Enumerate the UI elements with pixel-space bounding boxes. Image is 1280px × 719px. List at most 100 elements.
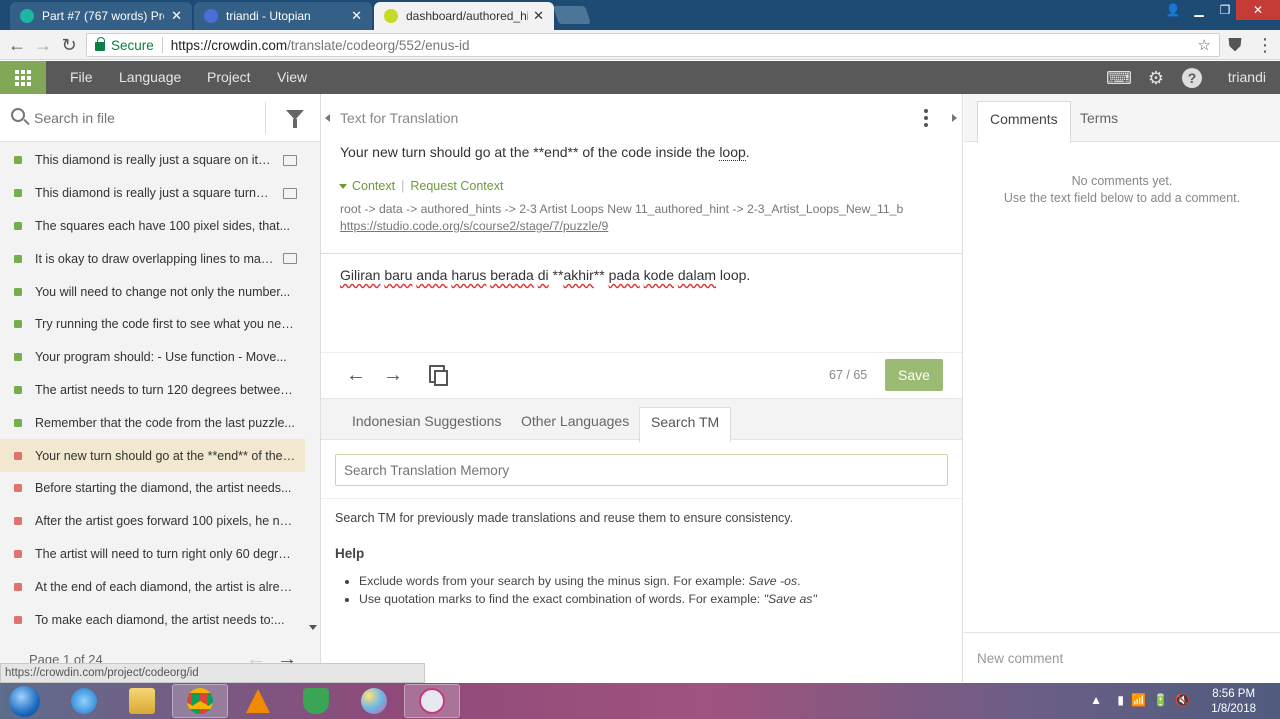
request-context-link[interactable]: Request Context — [410, 179, 503, 193]
string-list-item[interactable]: Before starting the diamond, the artist … — [0, 472, 305, 505]
string-list-item[interactable]: To make each diamond, the artist needs t… — [0, 603, 305, 636]
taskbar-internet-explorer[interactable] — [56, 684, 112, 718]
misspelled-word: pada — [608, 267, 640, 283]
string-list-item[interactable]: This diamond is really just a square on … — [0, 144, 305, 177]
help-item: Use quotation marks to find the exact co… — [359, 592, 817, 606]
misspelled-word: anda — [416, 267, 448, 283]
menu-file[interactable]: File — [70, 69, 93, 85]
close-icon[interactable]: ✕ — [171, 8, 182, 24]
user-name[interactable]: triandi — [1228, 69, 1266, 85]
previous-string-icon[interactable]: ← — [346, 364, 366, 387]
untranslated-status-icon — [14, 549, 22, 558]
save-button[interactable]: Save — [885, 359, 943, 391]
tab-other-languages[interactable]: Other Languages — [521, 413, 629, 429]
copy-source-icon[interactable] — [429, 365, 448, 386]
string-list-item[interactable]: Your program should: - Use function - Mo… — [0, 341, 305, 374]
string-list-item[interactable]: The squares each have 100 pixel sides, t… — [0, 210, 305, 243]
taskbar-vlc[interactable] — [230, 684, 286, 718]
untranslated-status-icon — [14, 615, 22, 624]
restore-icon[interactable]: ❐ — [1212, 0, 1238, 20]
tab-search-tm[interactable]: Search TM — [639, 407, 732, 442]
more-options-icon[interactable] — [924, 109, 928, 127]
minimize-icon[interactable]: ▁ — [1186, 0, 1212, 20]
taskbar-file-explorer[interactable] — [114, 684, 170, 718]
browser-tab-utopian[interactable]: triandi - Utopian ✕ — [194, 2, 372, 30]
new-comment-field[interactable]: New comment — [964, 632, 1280, 682]
battery-icon[interactable]: 🔋 — [1153, 693, 1168, 707]
string-list-item[interactable]: This diamond is really just a square tur… — [0, 177, 305, 210]
reload-icon[interactable]: ↻ — [58, 34, 80, 56]
string-list: This diamond is really just a square on … — [0, 144, 305, 636]
string-list-item[interactable]: The artist will need to turn right only … — [0, 538, 305, 571]
shield-extension-icon[interactable]: ⛊ — [1224, 34, 1246, 56]
source-term[interactable]: loop — [719, 144, 746, 161]
show-hidden-icons-icon[interactable]: ▲ — [1090, 693, 1102, 707]
string-list-item[interactable]: Your new turn should go at the **end** o… — [0, 439, 305, 472]
string-list-item[interactable]: The artist needs to turn 120 degrees bet… — [0, 374, 305, 407]
translation-input[interactable]: Giliran baru anda harus berada di **akhi… — [340, 267, 750, 283]
close-icon[interactable]: ✕ — [533, 8, 544, 24]
string-text: To make each diamond, the artist needs t… — [35, 612, 285, 627]
url-field[interactable]: Secure https://crowdin.com/translate/cod… — [86, 33, 1220, 57]
string-list-item[interactable]: After the artist goes forward 100 pixels… — [0, 505, 305, 538]
help-icon[interactable]: ? — [1182, 68, 1202, 88]
search-tm-input[interactable] — [335, 454, 948, 486]
context-separator: | — [401, 179, 405, 193]
search-in-file-input[interactable] — [34, 107, 254, 129]
translated-status-icon — [14, 320, 22, 329]
volume-icon[interactable]: 🔇 — [1175, 693, 1190, 707]
start-button[interactable] — [3, 685, 47, 718]
filter-icon[interactable] — [286, 110, 304, 128]
palette-icon — [361, 688, 387, 714]
editor-panel: Text for Translation Your new turn shoul… — [321, 94, 963, 682]
context-url-link[interactable]: https://studio.code.org/s/course2/stage/… — [340, 219, 608, 233]
keyboard-icon[interactable]: ⌨ — [1106, 67, 1132, 89]
scroll-down-icon[interactable] — [309, 625, 317, 630]
source-string: Your new turn should go at the **end** o… — [340, 144, 750, 161]
new-tab-button[interactable] — [553, 6, 591, 24]
string-text: Your new turn should go at the **end** o… — [35, 448, 297, 463]
list-scrollbar[interactable] — [305, 144, 320, 634]
forward-icon[interactable]: → — [32, 34, 54, 56]
app-grid-button[interactable] — [0, 61, 46, 94]
string-list-item[interactable]: It is okay to draw overlapping lines to … — [0, 242, 305, 275]
collapse-right-icon[interactable] — [952, 114, 957, 122]
chrome-menu-icon[interactable]: ⋮ — [1254, 34, 1276, 56]
signal-icon[interactable]: ▮ — [1117, 693, 1124, 707]
taskbar-chrome[interactable] — [172, 684, 228, 718]
close-icon[interactable]: ✕ — [351, 8, 362, 24]
string-list-item[interactable]: Try running the code first to see what y… — [0, 308, 305, 341]
misspelled-word: baru — [384, 267, 413, 283]
browser-tab-crowdin-project[interactable]: Part #7 (767 words) Proj ✕ — [10, 2, 192, 30]
bookmark-star-icon[interactable]: ☆ — [1198, 36, 1211, 54]
network-icon[interactable]: 📶 — [1131, 693, 1146, 707]
browser-tab-dashboard[interactable]: dashboard/authored_hin ✕ — [374, 2, 554, 30]
string-list-item[interactable]: You will need to change not only the num… — [0, 275, 305, 308]
grid-icon — [15, 69, 31, 86]
collapse-left-icon[interactable] — [325, 114, 330, 122]
menu-view[interactable]: View — [277, 69, 307, 85]
next-string-icon[interactable]: → — [383, 364, 403, 387]
taskbar-snipping-tool[interactable] — [404, 684, 460, 718]
tab-comments[interactable]: Comments — [977, 101, 1071, 143]
menu-project[interactable]: Project — [207, 69, 251, 85]
utopian-favicon-icon — [204, 9, 218, 23]
string-list-item[interactable]: At the end of each diamond, the artist i… — [0, 570, 305, 603]
window-close-icon[interactable]: ✕ — [1236, 0, 1280, 20]
context-toggle[interactable]: Context — [352, 179, 395, 193]
comment-icon — [283, 253, 297, 265]
folder-icon — [129, 688, 155, 714]
tab-terms[interactable]: Terms — [1080, 110, 1118, 126]
gear-icon[interactable]: ⚙ — [1145, 67, 1167, 89]
translated-status-icon — [14, 385, 22, 394]
taskbar-security[interactable] — [288, 684, 344, 718]
taskbar-paint[interactable] — [346, 684, 402, 718]
system-clock[interactable]: 8:56 PM 1/8/2018 — [1211, 687, 1256, 717]
tab-indonesian-suggestions[interactable]: Indonesian Suggestions — [352, 413, 501, 429]
profile-icon[interactable]: 👤 — [1160, 0, 1186, 20]
string-list-item[interactable]: Remember that the code from the last puz… — [0, 406, 305, 439]
untranslated-status-icon — [14, 582, 22, 591]
menu-language[interactable]: Language — [119, 69, 181, 85]
back-icon[interactable]: ← — [6, 34, 28, 56]
misspelled-word: harus — [451, 267, 487, 283]
